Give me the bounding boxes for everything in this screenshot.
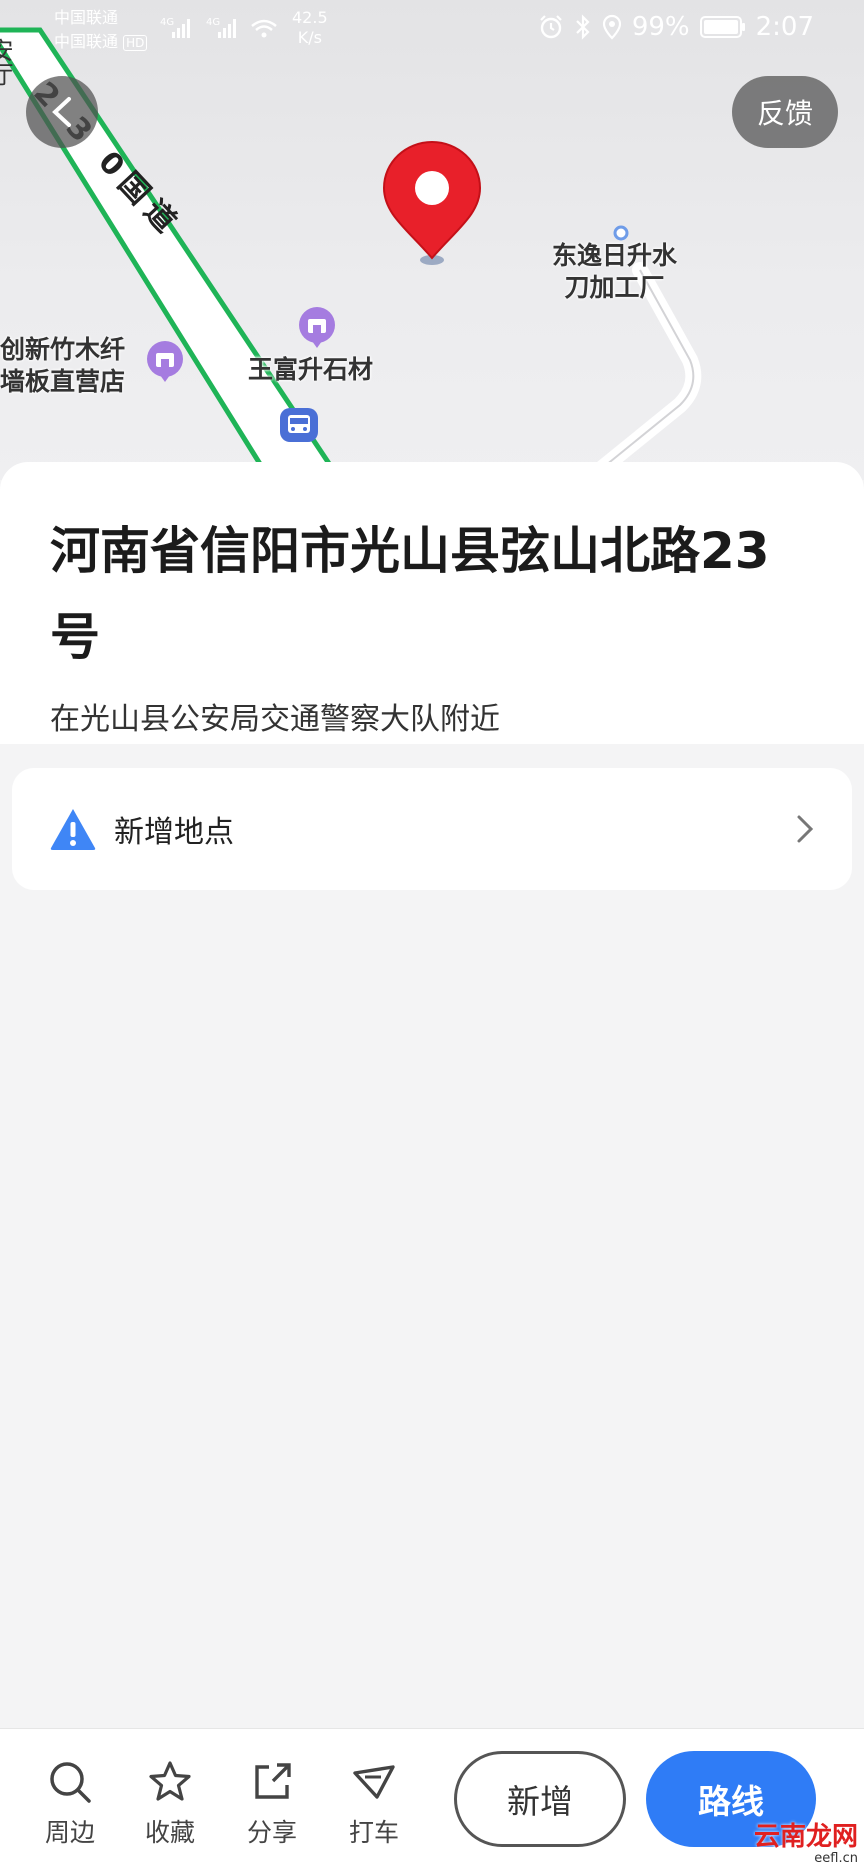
place-info-card: 河南省信阳市光山县弦山北路23号 在光山县公安局交通警察大队附近 bbox=[0, 462, 864, 744]
bus-stop-icon[interactable] bbox=[278, 406, 320, 448]
place-nearby-subtitle: 在光山县公安局交通警察大队附近 bbox=[50, 702, 500, 737]
feedback-button[interactable]: 反馈 bbox=[732, 76, 838, 148]
poi-label-shop-left[interactable]: 创新竹木纤 墙板直营店 bbox=[0, 334, 125, 398]
net-type-2: 4G bbox=[206, 17, 220, 28]
taxi-label: 打车 bbox=[348, 1818, 399, 1847]
search-icon bbox=[50, 1762, 91, 1803]
star-icon bbox=[149, 1761, 191, 1801]
signal-indicators: 4G 4G bbox=[160, 14, 280, 46]
battery-icon bbox=[699, 16, 745, 38]
bottom-action-bar: 周边 收藏 分享 打车 新增 路线 bbox=[0, 1728, 864, 1872]
chevron-right-icon bbox=[797, 815, 814, 843]
taxi-button[interactable]: 打车 bbox=[332, 1759, 416, 1849]
network-speed: 42.5 K/s bbox=[292, 8, 328, 48]
share-label: 分享 bbox=[246, 1818, 297, 1847]
add-location-label: 新增地点 bbox=[114, 815, 234, 850]
location-status-icon bbox=[602, 14, 621, 40]
speed-unit: K/s bbox=[297, 28, 322, 47]
speed-value: 42.5 bbox=[292, 8, 328, 27]
back-arrow-icon bbox=[52, 97, 71, 127]
status-bar: 中国联通 中国联通 HD 4G 4G 42.5 K/s 99% 2:07 bbox=[0, 0, 864, 56]
warning-icon bbox=[50, 809, 96, 850]
carrier-2: 中国联通 bbox=[54, 32, 119, 51]
share-icon bbox=[255, 1763, 291, 1799]
screen: 安厅 2 3 0国道 东逸日升水 刀加工厂 创新竹木纤 墙板直营店 王富升石材 bbox=[0, 0, 864, 1872]
share-button[interactable]: 分享 bbox=[230, 1759, 314, 1849]
alarm-icon bbox=[540, 15, 562, 39]
bluetooth-icon bbox=[576, 14, 590, 40]
watermark-site: eefl.cn bbox=[814, 1851, 858, 1866]
nearby-button[interactable]: 周边 bbox=[28, 1759, 112, 1849]
poi-label-factory[interactable]: 东逸日升水 刀加工厂 bbox=[552, 240, 677, 304]
add-location-row[interactable]: 新增地点 bbox=[12, 768, 852, 890]
clock: 2:07 bbox=[755, 12, 814, 42]
shop-icon[interactable] bbox=[144, 340, 186, 382]
taxi-icon bbox=[353, 1765, 395, 1799]
map-view[interactable]: 安厅 2 3 0国道 东逸日升水 刀加工厂 创新竹木纤 墙板直营店 王富升石材 bbox=[0, 0, 864, 480]
hd-badge: HD bbox=[123, 35, 148, 51]
poi-label-stone[interactable]: 王富升石材 bbox=[248, 354, 373, 386]
status-right: 99% 2:07 bbox=[538, 12, 814, 42]
nearby-label: 周边 bbox=[44, 1818, 95, 1847]
shop-icon[interactable] bbox=[296, 306, 338, 348]
back-button[interactable] bbox=[26, 76, 98, 148]
carrier-1: 中国联通 bbox=[54, 8, 119, 27]
watermark: 云南龙网 eefl.cn bbox=[754, 1822, 858, 1866]
signal-icon: 4G 4G bbox=[160, 17, 277, 38]
favorite-button[interactable]: 收藏 bbox=[128, 1759, 212, 1849]
carrier-info: 中国联通 中国联通 HD bbox=[54, 6, 148, 55]
place-address-title: 河南省信阳市光山县弦山北路23号 bbox=[50, 522, 770, 666]
net-type-1: 4G bbox=[160, 17, 174, 28]
favorite-label: 收藏 bbox=[144, 1818, 195, 1847]
add-button[interactable]: 新增 bbox=[454, 1751, 626, 1847]
watermark-text: 云南龙网 bbox=[753, 1822, 858, 1852]
battery-percent: 99% bbox=[631, 12, 690, 42]
location-pin-icon bbox=[382, 140, 482, 265]
